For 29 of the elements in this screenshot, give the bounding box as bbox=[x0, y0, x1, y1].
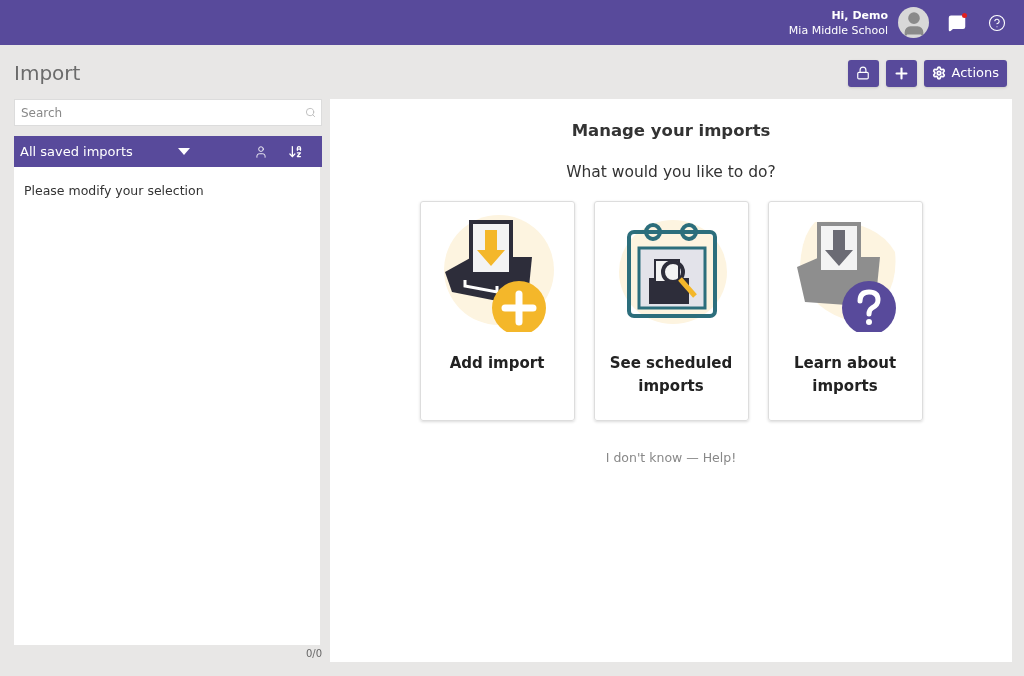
lock-button[interactable] bbox=[847, 59, 879, 87]
lock-icon bbox=[856, 66, 870, 80]
add-button[interactable] bbox=[885, 59, 917, 87]
avatar[interactable] bbox=[898, 7, 929, 38]
option-card[interactable]: Add import bbox=[419, 201, 575, 421]
filter-label[interactable]: All saved imports bbox=[20, 141, 178, 162]
main-title: Manage your imports bbox=[571, 120, 771, 142]
actions-button[interactable]: Actions bbox=[923, 59, 1007, 87]
caret-icon[interactable] bbox=[178, 148, 190, 155]
search-field[interactable]: Search bbox=[14, 99, 322, 126]
plus-icon bbox=[892, 64, 910, 82]
item-count: 0/0 bbox=[305, 647, 322, 661]
card-label: See scheduled imports bbox=[608, 353, 734, 397]
gear-icon bbox=[931, 66, 946, 80]
option-card[interactable]: See scheduled imports bbox=[593, 201, 749, 421]
page-title: Import bbox=[14, 60, 81, 87]
card-label: Add import bbox=[448, 353, 546, 374]
option-card[interactable]: Learn about imports bbox=[767, 201, 923, 421]
empty-message: Please modify your selection bbox=[24, 183, 204, 198]
person-icon[interactable] bbox=[254, 144, 268, 159]
greeting: Hi, Demo bbox=[831, 7, 888, 23]
help-icon[interactable] bbox=[988, 13, 1006, 32]
sort-icon[interactable] bbox=[288, 144, 303, 159]
messages-icon[interactable] bbox=[948, 13, 966, 32]
help-link[interactable]: I don't know — Help! bbox=[605, 449, 737, 468]
card-label: Learn about imports bbox=[792, 353, 898, 397]
school-name: Mia Middle School bbox=[788, 22, 888, 38]
search-icon bbox=[305, 107, 316, 118]
main-question: What would you like to do? bbox=[566, 161, 776, 183]
